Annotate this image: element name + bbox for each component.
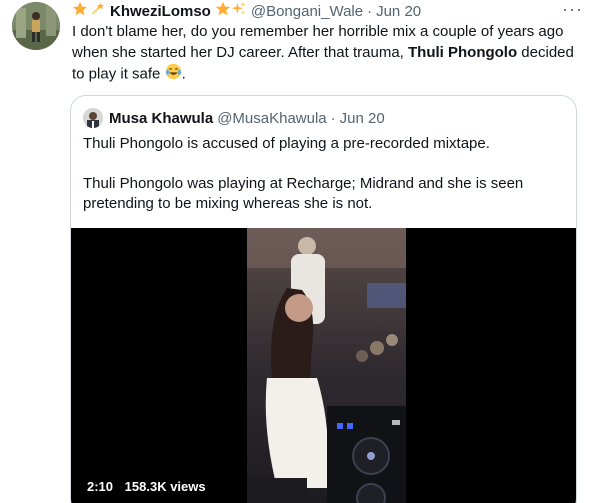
author-name[interactable]: KhweziLomso bbox=[110, 3, 211, 20]
quoted-paragraph: Thuli Phongolo is accused of playing a p… bbox=[83, 135, 490, 152]
tweet-date[interactable]: Jun 20 bbox=[376, 3, 421, 20]
tweet-text: I don't blame her, do you remember her h… bbox=[72, 22, 577, 87]
tweet-header: KhweziLomso @Bongani_Wale · Jun 20 bbox=[72, 0, 580, 22]
star-icon bbox=[215, 1, 231, 21]
quoted-avatar-photo bbox=[83, 108, 103, 128]
avatar-photo bbox=[12, 2, 60, 50]
quoted-tweet-header: Musa Khawula @MusaKhawula · Jun 20 bbox=[83, 108, 385, 128]
tweet-body: KhweziLomso @Bongani_Wale · Jun 20 I don… bbox=[72, 0, 580, 87]
tweet-text-bold: Thuli Phongolo bbox=[408, 43, 518, 61]
tweet-text-part: . bbox=[181, 65, 186, 83]
quoted-paragraph: Thuli Phongolo was playing at Recharge; … bbox=[83, 175, 524, 212]
quoted-author-avatar[interactable] bbox=[83, 108, 103, 128]
quoted-tweet[interactable]: Musa Khawula @MusaKhawula · Jun 20 Thuli… bbox=[70, 95, 577, 503]
video-views: 158.3K views bbox=[124, 479, 206, 494]
video-frame bbox=[247, 228, 406, 503]
star-icon bbox=[72, 1, 88, 21]
sparkles-icon bbox=[231, 1, 247, 21]
quoted-tweet-text: Thuli Phongolo is accused of playing a p… bbox=[83, 134, 563, 214]
separator-dot: · bbox=[367, 2, 373, 20]
video-meta: 2:10 158.3K views bbox=[87, 479, 206, 494]
author-avatar[interactable] bbox=[12, 2, 60, 50]
dizzy-icon bbox=[90, 1, 106, 21]
separator-dot: · bbox=[330, 109, 336, 127]
quoted-tweet-date[interactable]: Jun 20 bbox=[340, 110, 385, 127]
laughing-tears-icon bbox=[165, 63, 182, 87]
video-thumbnail bbox=[247, 228, 406, 503]
tweet[interactable]: KhweziLomso @Bongani_Wale · Jun 20 I don… bbox=[0, 0, 589, 503]
author-handle[interactable]: @Bongani_Wale bbox=[251, 3, 363, 20]
video-player[interactable]: 2:10 158.3K views bbox=[71, 228, 576, 503]
quoted-author-name[interactable]: Musa Khawula bbox=[109, 110, 213, 127]
quoted-author-handle[interactable]: @MusaKhawula bbox=[217, 110, 326, 127]
video-duration: 2:10 bbox=[87, 479, 114, 494]
more-options-button[interactable]: ··· bbox=[562, 0, 583, 18]
